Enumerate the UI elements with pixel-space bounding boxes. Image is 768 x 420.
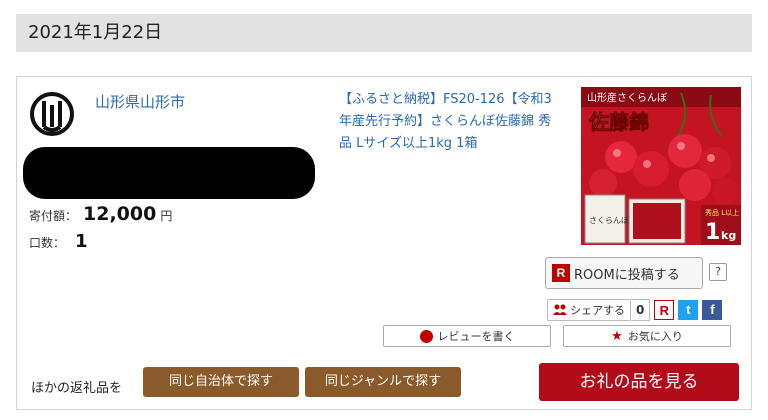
review-label: レビューを書く [437, 330, 515, 343]
image-weight-unit: kg [721, 229, 736, 242]
favorite-button[interactable]: ★ お気に入り [563, 325, 731, 347]
amount-value: 12,000 [83, 203, 157, 225]
room-post-button[interactable]: R ROOMに投稿する [545, 257, 703, 289]
count-label: 口数： [29, 236, 66, 250]
facebook-icon[interactable]: f [702, 300, 723, 320]
twitter-icon[interactable]: t [678, 300, 699, 320]
other-items-label: ほかの返礼品を [31, 381, 123, 396]
favorite-label: お気に入り [627, 330, 683, 343]
donation-amount: 寄付額： 12,000 円 [29, 203, 172, 225]
share-row: シェアする 0 R t f [547, 299, 723, 321]
municipality-link[interactable]: 山形県山形市 [95, 91, 185, 112]
star-icon: ★ [611, 328, 623, 344]
amount-unit: 円 [160, 209, 173, 223]
share-label: シェアする [570, 304, 625, 317]
view-gift-button[interactable]: お礼の品を見る [539, 363, 739, 401]
room-post-label: ROOMに投稿する [574, 267, 680, 283]
help-icon[interactable]: ? [709, 263, 727, 281]
image-grade-text: 秀品 L以上 [705, 208, 739, 217]
product-image[interactable]: 山形産さくらんぼ 佐藤錦 さくらんぼ 秀品 L以上 1 kg [581, 87, 741, 245]
image-banner-text: 山形産さくらんぼ [587, 91, 667, 104]
donation-card: 山形県山形市 寄付額： 12,000 円 口数： 1 【ふるさと納税】FS20-… [16, 76, 752, 410]
share-button[interactable]: シェアする [547, 299, 631, 321]
municipal-emblem-icon [30, 92, 74, 136]
image-title-text: 佐藤錦 [588, 110, 649, 134]
share-count: 0 [631, 299, 651, 321]
product-title-link[interactable]: 【ふるさと納税】FS20-126【令和3年産先行予約】さくらんぼ佐藤錦 秀品 L… [339, 89, 561, 155]
date-header: 2021年1月22日 [16, 14, 752, 52]
image-box-text: さくらんぼ [589, 216, 629, 225]
rakuten-icon[interactable]: R [654, 300, 675, 320]
amount-label: 寄付額： [29, 209, 78, 223]
same-genre-button[interactable]: 同じジャンルで探す [305, 367, 461, 397]
review-button[interactable]: レビューを書く [383, 325, 551, 347]
redacted-area [23, 147, 315, 199]
count-value: 1 [75, 231, 88, 252]
same-municipality-button[interactable]: 同じ自治体で探す [143, 367, 299, 397]
rakuten-room-icon: R [552, 264, 570, 282]
donation-count: 口数： 1 [29, 231, 88, 252]
review-icon [419, 329, 433, 343]
image-weight-value: 1 [705, 220, 720, 245]
people-icon [553, 304, 567, 315]
